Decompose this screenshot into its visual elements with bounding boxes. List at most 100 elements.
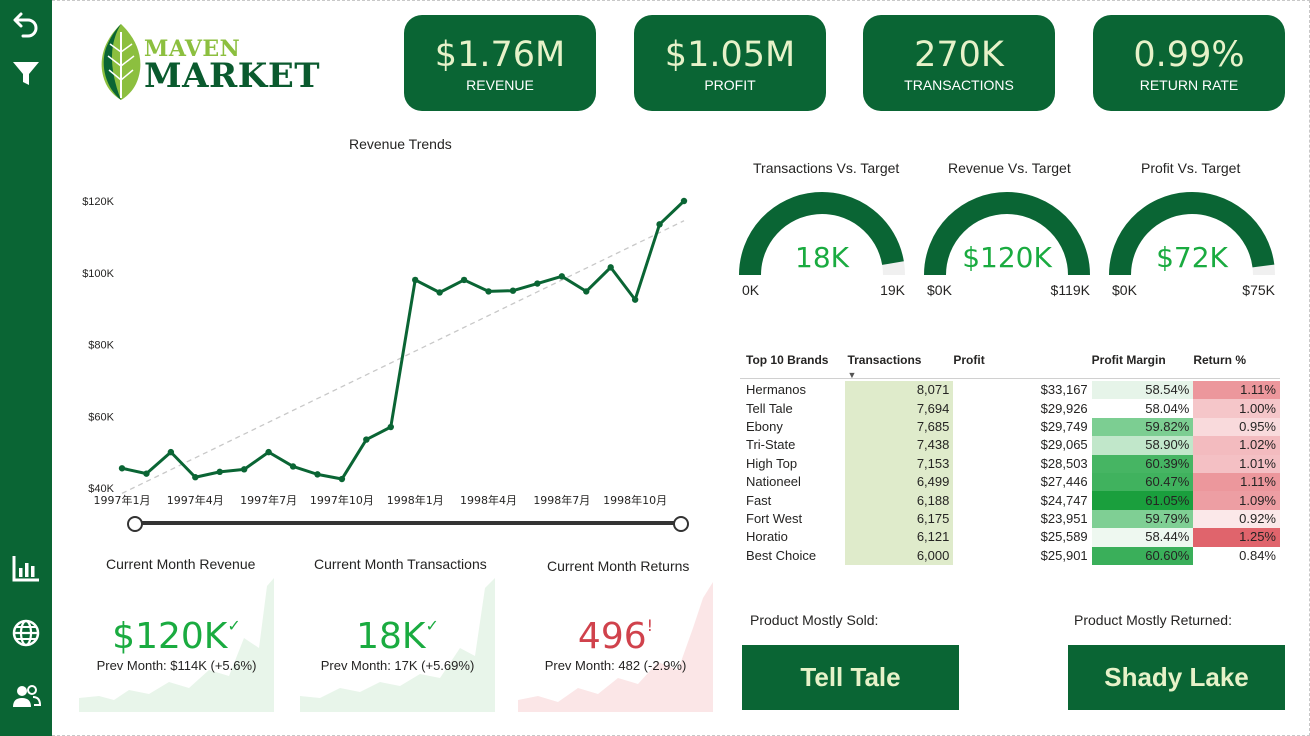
- gauge-profit-title: Profit Vs. Target: [1141, 160, 1241, 176]
- data-point[interactable]: [534, 280, 541, 287]
- product-mostly-returned-card: Shady Lake: [1068, 645, 1285, 710]
- top-brands-table[interactable]: Top 10 Brands Transactions ▼ Profit Profi…: [740, 350, 1280, 565]
- sidebar: [0, 0, 52, 736]
- data-point[interactable]: [192, 474, 199, 481]
- date-slider-end-handle[interactable]: [673, 516, 689, 532]
- gauge-value: $72K: [1156, 241, 1228, 274]
- y-tick-label: $60K: [88, 411, 114, 423]
- current-month-returns-title: Current Month Returns: [547, 558, 690, 574]
- return-pct-cell: 1.25%: [1193, 528, 1280, 547]
- gauge-min: 0K: [742, 282, 760, 298]
- table-row[interactable]: Tri-State 7,438 $29,065 58.90% 1.02%: [740, 436, 1280, 455]
- data-point[interactable]: [460, 276, 468, 284]
- table-row[interactable]: Best Choice 6,000 $25,901 60.60% 0.84%: [740, 546, 1280, 565]
- transactions-cell: 6,188: [845, 491, 954, 510]
- gauge-transactions[interactable]: 18K 0K 19K: [737, 185, 907, 305]
- transactions-cell: 6,000: [845, 546, 954, 565]
- date-slider-track[interactable]: [134, 521, 682, 525]
- gauge-min: $0K: [1112, 282, 1137, 298]
- table-row[interactable]: Ebony 7,685 $29,749 59.82% 0.95%: [740, 417, 1280, 437]
- x-tick-label: 1997年1月: [94, 493, 151, 507]
- y-tick-label: $120K: [82, 196, 114, 208]
- return-pct-cell: 0.95%: [1193, 417, 1280, 437]
- data-point[interactable]: [583, 288, 590, 295]
- data-point[interactable]: [118, 465, 126, 472]
- table-row[interactable]: Hermanos 8,071 $33,167 58.54% 1.11%: [740, 381, 1280, 400]
- data-point[interactable]: [363, 436, 370, 443]
- table-row[interactable]: Fast 6,188 $24,747 61.05% 1.09%: [740, 491, 1280, 510]
- table-row[interactable]: High Top 7,153 $28,503 60.39% 1.01%: [740, 454, 1280, 473]
- data-point[interactable]: [485, 288, 492, 295]
- table-row[interactable]: Nationeel 6,499 $27,446 60.47% 1.11%: [740, 472, 1280, 492]
- data-point[interactable]: [680, 197, 688, 205]
- revenue-series-line: [121, 199, 686, 481]
- transactions-cell: 6,499: [845, 472, 954, 492]
- kpi-revenue-card: $1.76M REVENUE: [404, 15, 596, 111]
- profit-cell: $23,951: [1040, 510, 1088, 526]
- globe-icon[interactable]: [8, 615, 44, 651]
- table-row[interactable]: Horatio 6,121 $25,589 58.44% 1.25%: [740, 528, 1280, 547]
- data-point[interactable]: [509, 287, 517, 294]
- x-tick-label: 1997年10月: [310, 493, 374, 507]
- col-header-brand[interactable]: Top 10 Brands: [740, 350, 845, 381]
- filter-icon[interactable]: [8, 55, 44, 91]
- col-header-profit-margin[interactable]: Profit Margin: [1092, 350, 1194, 381]
- data-point[interactable]: [314, 471, 321, 478]
- y-tick-label: $100K: [82, 268, 114, 280]
- col-header-transactions[interactable]: Transactions ▼: [845, 350, 953, 381]
- data-point[interactable]: [265, 448, 272, 456]
- current-month-revenue-card: $120K✓ Prev Month: $114K (+5.6%): [79, 578, 274, 712]
- cm-value-wrap: 18K✓: [300, 616, 495, 657]
- data-point[interactable]: [240, 466, 248, 473]
- col-header-profit[interactable]: Profit: [953, 350, 1091, 381]
- data-point[interactable]: [216, 468, 223, 476]
- transactions-cell: 7,694: [845, 399, 954, 418]
- users-icon[interactable]: [8, 678, 44, 714]
- bar-chart-icon[interactable]: [8, 550, 44, 586]
- transactions-cell: 6,175: [845, 509, 954, 529]
- current-month-revenue-prev: Prev Month: $114K (+5.6%): [96, 658, 257, 673]
- brand-cell: High Top: [746, 455, 798, 471]
- data-point[interactable]: [167, 448, 175, 456]
- col-header-transactions-label: Transactions: [847, 353, 922, 367]
- kpi-return-rate-card: 0.99% RETURN RATE: [1093, 15, 1285, 111]
- gauge-value: 18K: [795, 241, 849, 274]
- data-point[interactable]: [656, 221, 663, 228]
- maven-market-logo: MAVEN MARKET: [96, 22, 336, 104]
- table-row[interactable]: Tell Tale 7,694 $29,926 58.04% 1.00%: [740, 399, 1280, 418]
- data-point[interactable]: [607, 264, 614, 271]
- cm-value-wrap: 496!: [518, 616, 713, 657]
- kpi-transactions-card: 270K TRANSACTIONS: [863, 15, 1055, 111]
- brand-cell: Ebony: [746, 418, 783, 434]
- date-slider-start-handle[interactable]: [127, 516, 143, 532]
- gauge-revenue[interactable]: $120K $0K $119K: [922, 185, 1092, 305]
- col-header-return-pct[interactable]: Return %: [1193, 350, 1280, 381]
- data-point[interactable]: [412, 276, 419, 284]
- gauge-max: 19K: [880, 282, 905, 298]
- data-point[interactable]: [558, 273, 566, 280]
- data-point[interactable]: [338, 475, 346, 483]
- data-point[interactable]: [387, 423, 394, 431]
- return-pct-cell: 0.92%: [1193, 509, 1280, 529]
- data-point[interactable]: [289, 463, 297, 470]
- transactions-cell: 8,071: [845, 381, 954, 400]
- profit-cell: $29,065: [1040, 437, 1088, 453]
- gauge-profit[interactable]: $72K $0K $75K: [1107, 185, 1277, 305]
- table-row[interactable]: Fort West 6,175 $23,951 59.79% 0.92%: [740, 509, 1280, 529]
- kpi-label: REVENUE: [466, 77, 534, 93]
- brand-cell: Horatio: [746, 529, 788, 545]
- brand-cell: Fast: [746, 492, 772, 508]
- kpi-profit-card: $1.05M PROFIT: [634, 15, 826, 111]
- revenue-trend-chart[interactable]: $120K$100K$80K$60K$40K 1997年1月 1997年4月 199…: [70, 180, 710, 520]
- data-point[interactable]: [436, 289, 443, 296]
- profit-margin-cell: 61.05%: [1091, 491, 1194, 510]
- kpi-value: 270K: [914, 35, 1004, 75]
- back-arrow-icon[interactable]: [8, 5, 44, 41]
- logo-word-market: MARKET: [144, 56, 321, 96]
- product-mostly-sold-card: Tell Tale: [742, 645, 959, 710]
- data-point[interactable]: [143, 470, 150, 477]
- data-point[interactable]: [631, 296, 639, 303]
- brand-cell: Tell Tale: [746, 400, 793, 416]
- gauge-revenue-title: Revenue Vs. Target: [948, 160, 1071, 176]
- return-pct-cell: 1.01%: [1193, 454, 1280, 473]
